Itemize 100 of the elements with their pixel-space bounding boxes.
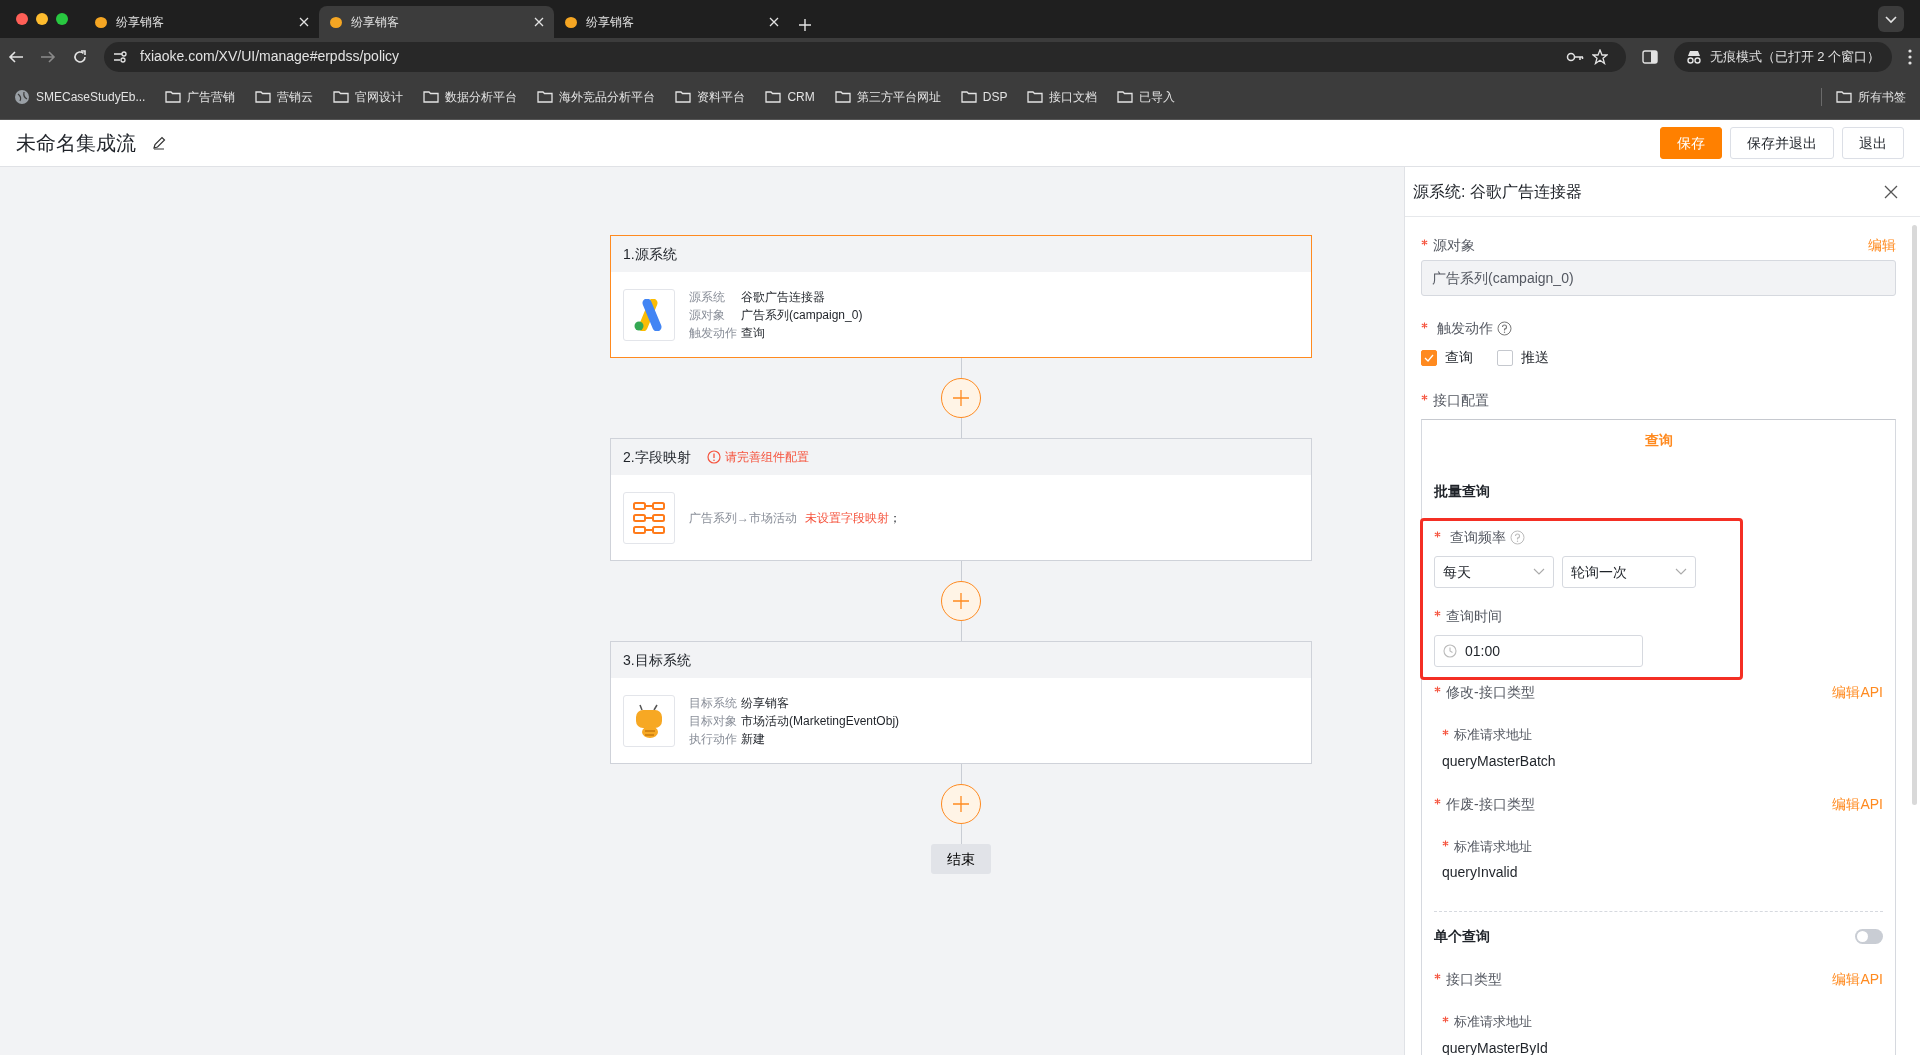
- checkbox[interactable]: [1421, 349, 1437, 366]
- bookmark[interactable]: 营销云: [249, 86, 320, 109]
- field-label: 标准请求地址: [1454, 837, 1532, 856]
- site-settings-icon: [112, 48, 128, 65]
- asterisk-icon: [1442, 728, 1449, 736]
- flow-node[interactable]: 1.源系统 源系统 谷歌广告连接器 源对象 广告系列(campaign_0) 触发动作 查询: [610, 235, 1312, 359]
- field-label: 源对象: [689, 306, 726, 324]
- bookmark[interactable]: SMECaseStudyEb...: [8, 86, 152, 109]
- back-icon[interactable]: [8, 48, 24, 65]
- asterisk-icon: [1421, 239, 1428, 247]
- star-icon[interactable]: [1591, 48, 1608, 65]
- chevron-down-icon: [1533, 568, 1545, 577]
- field-label: 查询频率: [1450, 528, 1506, 548]
- select-field[interactable]: 轮询一次: [1562, 556, 1696, 589]
- key-icon[interactable]: [1565, 50, 1584, 63]
- field-label: 标准请求地址: [1454, 1013, 1532, 1032]
- panel-title: 源系统: 谷歌广告连接器: [1413, 181, 1582, 202]
- node-title: 1.源系统: [623, 244, 677, 264]
- browser-tab[interactable]: 纷享销客: [84, 6, 319, 38]
- asterisk-icon: [1434, 797, 1441, 805]
- select-field[interactable]: 每天: [1434, 556, 1554, 589]
- api-value: queryInvalid: [1441, 863, 1519, 883]
- section-title: 批量查询: [1434, 482, 1491, 502]
- flow-node[interactable]: 2.字段映射 请完善组件配置 广告系列→市场活动 未设置字段映射；: [610, 438, 1312, 562]
- plus-icon: [953, 390, 969, 407]
- node-title: 3.目标系统: [623, 650, 691, 670]
- window-control-button[interactable]: [56, 13, 68, 25]
- separator-text: ；: [889, 509, 901, 527]
- bookmark[interactable]: 海外竞品分析平台: [531, 86, 662, 109]
- folder-icon: [333, 89, 350, 106]
- field-value: 查询: [741, 325, 765, 340]
- window-control-button[interactable]: [36, 13, 48, 25]
- bookmark[interactable]: 所有书签: [1830, 86, 1912, 109]
- help-icon: [1497, 321, 1512, 337]
- asterisk-icon: [1442, 1015, 1449, 1023]
- chevron-down-icon: [1675, 568, 1687, 577]
- section-title: 单个查询: [1434, 927, 1490, 947]
- field-label: 接口配置: [1433, 391, 1489, 411]
- checkbox[interactable]: [1497, 349, 1513, 366]
- field-label: 修改-接口类型: [1446, 683, 1535, 703]
- new-tab-icon[interactable]: [799, 19, 811, 31]
- plus-icon: [953, 593, 969, 610]
- plus-icon: [953, 796, 969, 813]
- header-button[interactable]: 保存并退出: [1730, 127, 1834, 160]
- bookmark[interactable]: 资料平台: [669, 86, 752, 109]
- browser-tab[interactable]: 纷享销客: [319, 6, 554, 38]
- flow-node[interactable]: 3.目标系统 目标系统 纷享销客 目标对象 市场活动(MarketingEventObj) 执行动作 新建: [610, 641, 1312, 765]
- address-bar[interactable]: fxiaoke.com/XV/UI/manage#erpdss/policy: [104, 41, 1626, 72]
- field-value: 新建: [741, 731, 765, 746]
- bookmark[interactable]: 接口文档: [1021, 86, 1104, 109]
- asterisk-icon: [1421, 394, 1428, 402]
- folder-icon: [165, 89, 182, 106]
- more-options-icon[interactable]: [1908, 48, 1912, 65]
- clock-icon: [1443, 644, 1457, 659]
- folder-icon: [834, 89, 851, 106]
- folder-icon: [1117, 89, 1134, 106]
- folder-icon: [675, 89, 692, 106]
- bee-favicon-icon: [329, 15, 343, 29]
- folder-icon: [960, 89, 977, 106]
- field-value: 广告系列(campaign_0): [741, 307, 863, 322]
- scrollbar[interactable]: [1912, 225, 1917, 806]
- incognito-indicator[interactable]: 无痕模式（已打开 2 个窗口）: [1673, 41, 1892, 72]
- asterisk-icon: [1434, 531, 1441, 539]
- bookmark[interactable]: 数据分析平台: [417, 86, 524, 109]
- checkbox-option[interactable]: 推送: [1497, 347, 1549, 369]
- bee-favicon-icon: [94, 15, 108, 29]
- browser-tab[interactable]: 纷享销客: [554, 6, 789, 38]
- end-button[interactable]: 结束: [931, 844, 991, 875]
- globe-icon: [14, 89, 30, 106]
- bookmark[interactable]: CRM: [759, 86, 821, 109]
- forward-icon[interactable]: [40, 48, 56, 65]
- bookmark[interactable]: 广告营销: [159, 86, 242, 109]
- time-field[interactable]: 01:00: [1434, 635, 1643, 668]
- header-button[interactable]: 退出: [1842, 127, 1904, 160]
- bookmark[interactable]: 官网设计: [327, 86, 410, 109]
- reload-icon[interactable]: [72, 48, 88, 65]
- checkbox-option[interactable]: 查询: [1421, 347, 1473, 369]
- tab-search-icon[interactable]: [1878, 6, 1904, 32]
- folder-icon: [423, 89, 440, 106]
- bookmark[interactable]: 已导入: [1111, 86, 1182, 109]
- field-label: 源对象: [1433, 236, 1475, 256]
- source-object-field: 广告系列(campaign_0): [1421, 260, 1896, 297]
- window-control-button[interactable]: [16, 13, 28, 25]
- toggle-switch[interactable]: [1855, 929, 1883, 945]
- edit-icon[interactable]: [152, 136, 166, 151]
- warning-text: 请完善组件配置: [724, 449, 809, 467]
- field-label: 接口类型: [1446, 970, 1502, 990]
- close-icon[interactable]: [1884, 184, 1898, 199]
- asterisk-icon: [1434, 686, 1441, 694]
- error-text: 未设置字段映射: [805, 509, 889, 527]
- bookmark[interactable]: 第三方平台网址: [828, 86, 947, 109]
- asterisk-icon: [1434, 973, 1441, 981]
- side-panel-icon[interactable]: [1641, 48, 1658, 65]
- bookmark[interactable]: DSP: [954, 86, 1014, 109]
- node-title: 2.字段映射: [623, 447, 691, 467]
- field-label: 目标系统: [689, 694, 738, 712]
- field-label: 标准请求地址: [1454, 726, 1532, 745]
- asterisk-icon: [1442, 840, 1449, 848]
- mapping-summary: 广告系列→市场活动: [689, 509, 797, 527]
- field-value: 市场活动(MarketingEventObj): [741, 713, 900, 728]
